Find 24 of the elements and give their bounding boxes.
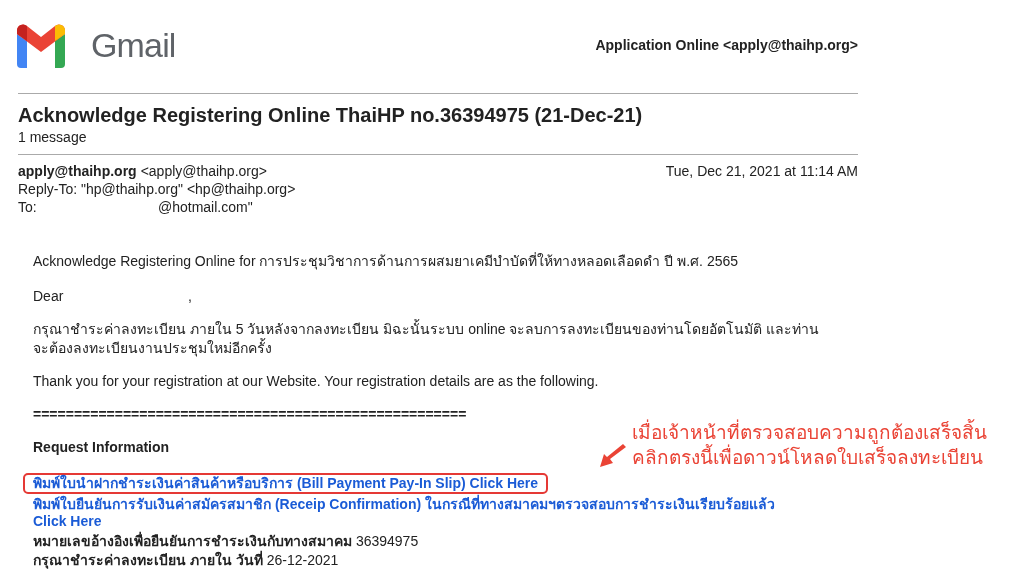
sender-heading: Application Online <apply@thaihp.org> bbox=[595, 36, 858, 55]
detail-line: กรุณาชำระค่าลงทะเบียน ภายใน วันที่ 26-12-2021 bbox=[33, 551, 340, 570]
annotation-text: เมื่อเจ้าหน้าที่ตรวจสอบความถูกต้องเสร็จสิ้น bbox=[632, 420, 987, 445]
payment-link[interactable]: พิมพ์ใบนำฝากชำระเงินค่าสินค้าหรือบริการ (Bill Payment Pay-In Slip) Click Here bbox=[23, 473, 549, 494]
email-subject: Acknowledge Registering Online ThaiHP no.36394975 (21-Dec-21) bbox=[18, 103, 644, 128]
sender-address: <apply@thaihp.org> bbox=[140, 162, 267, 180]
email-date: Tue, Dec 21, 2021 at 11:14 AM bbox=[665, 162, 858, 180]
to-label: To: bbox=[18, 198, 38, 216]
detail-line: หมายเลขอ้างอิงเพื่อยืนยันการชำระเงินกับทางสมาคม 36394975 bbox=[33, 532, 420, 550]
reply-to-line: Reply-To: "hp@thaihp.org" <hp@thaihp.org> bbox=[18, 180, 297, 198]
payment-notice: กรุณาชำระค่าลงทะเบียน ภายใน 5 วันหลังจากลงทะเบียน มิฉะนั้นระบบ online จะลบการลงทะเบียนของท่านโดยอัตโนมัติ และท่านจะต้องลงทะเบียนงานประชุมใหม่อีกครั้ง bbox=[33, 320, 821, 358]
intro-text: Acknowledge Registering Online for การประชุมวิชาการด้านการผสมยาเคมีบำบัดที่ให้ทางหลอดเลือดดำ ปี พ.ศ. 2565 bbox=[33, 252, 740, 271]
annotation-text: คลิกตรงนี้เพื่อดาวน์โหลดใบเสร็จลงทะเบียน bbox=[632, 445, 987, 470]
arrow-icon bbox=[600, 444, 628, 468]
thanks-text: Thank you for your registration at our Website. Your registration details are as the following. bbox=[33, 372, 599, 391]
payment-link[interactable]: พิมพ์ใบยืนยันการรับเงินค่าสมัครสมาชิก (Receip Confirmation) ในกรณีที่ทางสมาคมฯตรวจสอบการชำระเงินเรียบร้อยแล้ว Click Here bbox=[23, 494, 813, 532]
recipient-address: @hotmail.com" bbox=[158, 198, 253, 216]
greeting-comma: , bbox=[188, 287, 192, 306]
separator-line: ===================================================== bbox=[33, 405, 467, 424]
request-heading: Request Information bbox=[33, 438, 170, 457]
sender-name: apply@thaihp.org bbox=[18, 162, 137, 180]
greeting-text: Dear bbox=[33, 287, 65, 306]
message-count: 1 message bbox=[18, 128, 88, 146]
brand-name: Gmail bbox=[91, 25, 176, 66]
